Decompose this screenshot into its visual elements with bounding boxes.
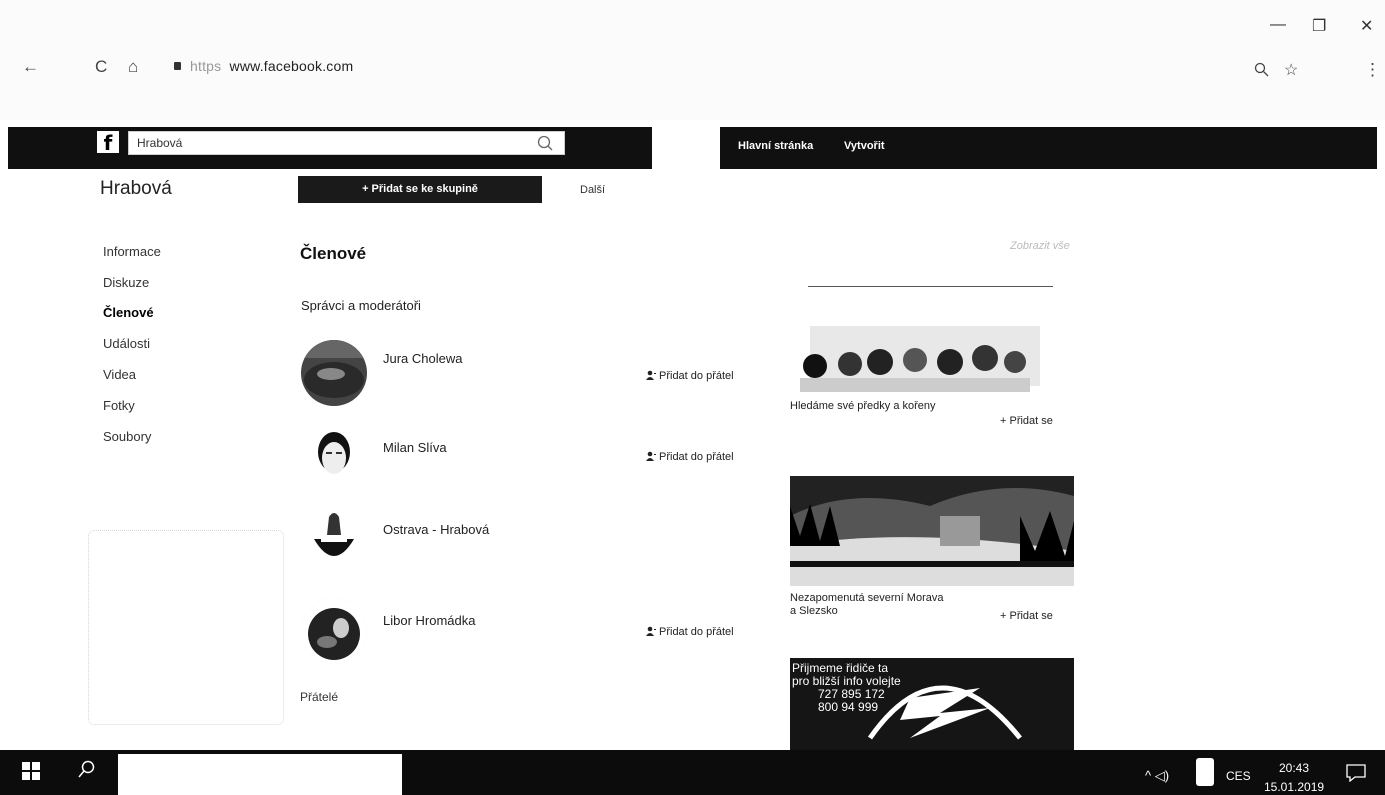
add-friend-label: Přidat do přátel	[659, 370, 734, 382]
facebook-logo-icon[interactable]: f	[97, 131, 119, 155]
suggested-group-title[interactable]: Hledáme své předky a kořeny	[790, 400, 950, 413]
taskbar-search-icon[interactable]	[78, 760, 96, 778]
friends-heading: Přátelé	[300, 690, 339, 704]
sidebar-item-files[interactable]: Soubory	[103, 429, 151, 444]
join-suggested-group-button[interactable]: + Přidat se	[1000, 610, 1053, 622]
windows-start-icon[interactable]	[22, 762, 40, 780]
reload-icon[interactable]: C	[95, 57, 107, 77]
avatar[interactable]	[301, 598, 367, 664]
create-link[interactable]: Vytvořit	[844, 140, 885, 152]
sidebar-item-photos[interactable]: Fotky	[103, 398, 135, 413]
group-cover-image[interactable]	[790, 476, 1074, 586]
divider	[808, 286, 1053, 287]
notifications-icon[interactable]	[1346, 764, 1366, 782]
url-scheme: https	[190, 58, 222, 74]
see-all-link[interactable]: Zobrazit vše	[1010, 240, 1070, 252]
more-button[interactable]: Další	[580, 184, 605, 196]
taskbar-search-box[interactable]	[118, 754, 402, 795]
sidebar-item-events[interactable]: Události	[103, 336, 150, 351]
group-cover-image[interactable]	[790, 296, 1074, 392]
battery-icon[interactable]	[1196, 758, 1214, 786]
join-suggested-group-button[interactable]: + Přidat se	[1000, 415, 1053, 427]
tray-icons[interactable]: ^ ◁)	[1145, 768, 1169, 784]
members-heading: Členové	[300, 244, 367, 263]
home-icon[interactable]: ⌂	[128, 57, 138, 77]
member-name[interactable]: Libor Hromádka	[383, 613, 476, 628]
suggested-group-title[interactable]: Nezapomenutá severní Morava a Slezsko	[790, 592, 950, 618]
group-title: Hrabová	[100, 178, 172, 199]
add-friend-button[interactable]: Přidat do přátel	[646, 370, 734, 382]
avatar[interactable]	[301, 422, 367, 488]
search-input[interactable]: Hrabová	[128, 131, 565, 155]
language-indicator[interactable]: CES	[1226, 769, 1251, 783]
sidebar-item-discussion[interactable]: Diskuze	[103, 275, 149, 290]
sidebar-card	[88, 530, 284, 725]
zoom-icon[interactable]	[1254, 62, 1270, 78]
minimize-icon[interactable]: —	[1270, 16, 1286, 34]
avatar[interactable]	[301, 340, 367, 406]
add-person-icon	[646, 626, 656, 636]
fb-header-bar-right	[720, 127, 1377, 169]
clock-time[interactable]: 20:43	[1279, 761, 1309, 775]
add-friend-label: Přidat do přátel	[659, 626, 734, 638]
add-person-icon	[646, 451, 656, 461]
avatar[interactable]	[301, 503, 367, 569]
add-friend-button[interactable]: Přidat do přátel	[646, 626, 734, 638]
search-icon[interactable]	[534, 132, 556, 154]
bookmark-star-icon[interactable]: ☆	[1284, 60, 1298, 80]
sidebar-item-videos[interactable]: Videa	[103, 367, 136, 382]
member-name[interactable]: Milan Slíva	[383, 440, 447, 455]
admins-heading: Správci a moderátoři	[301, 298, 421, 313]
address-bar[interactable]: https www.facebook.com	[172, 58, 353, 74]
add-person-icon	[646, 370, 656, 380]
member-name[interactable]: Ostrava - Hrabová	[383, 522, 489, 537]
member-name[interactable]: Jura Cholewa	[383, 351, 463, 366]
join-group-button[interactable]: + Přidat se ke skupině	[298, 176, 542, 203]
restore-icon[interactable]: ❐	[1312, 16, 1326, 36]
url-text: www.facebook.com	[229, 58, 354, 74]
clock-date[interactable]: 15.01.2019	[1264, 780, 1324, 794]
browser-chrome: — ❐ ✕ ← C ⌂ https www.facebook.com ☆ ⋮	[0, 0, 1385, 120]
add-friend-button[interactable]: Přidat do přátel	[646, 451, 734, 463]
home-link[interactable]: Hlavní stránka	[738, 140, 813, 152]
close-icon[interactable]: ✕	[1360, 16, 1373, 36]
join-label: Přidat se	[1009, 415, 1053, 427]
browser-menu-icon[interactable]: ⋮	[1364, 60, 1381, 80]
sidebar-item-info[interactable]: Informace	[103, 244, 161, 259]
sidebar-item-members[interactable]: Členové	[103, 305, 154, 320]
ad-text: Přijmeme řidiče ta pro bližší info volej…	[792, 662, 901, 714]
ad-line: 800 94 999	[818, 700, 879, 714]
add-friend-label: Přidat do přátel	[659, 451, 734, 463]
join-label: Přidat se	[1009, 610, 1053, 622]
back-icon[interactable]: ←	[22, 57, 39, 77]
